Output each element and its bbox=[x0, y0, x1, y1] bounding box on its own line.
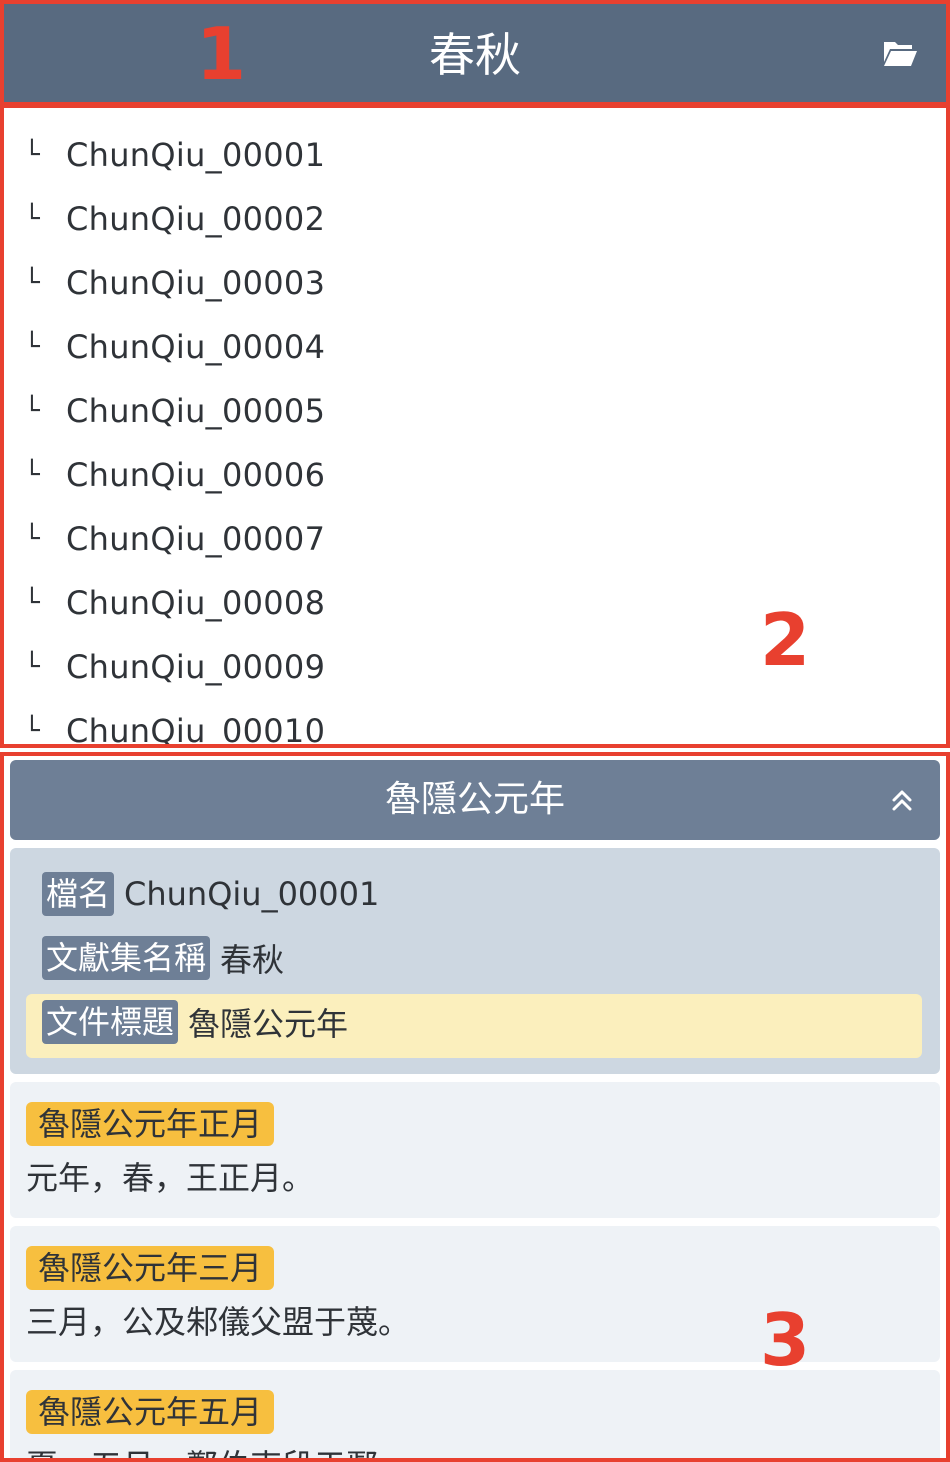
meta-label: 文件標題 bbox=[42, 1000, 179, 1044]
meta-value: ChunQiu_00001 bbox=[124, 875, 380, 913]
document-title-bar[interactable]: 魯隱公元年 bbox=[10, 760, 940, 840]
meta-label: 文獻集名稱 bbox=[42, 936, 211, 980]
chevron-double-up-icon[interactable] bbox=[890, 788, 914, 812]
file-item[interactable]: └ ChunQiu_00005 bbox=[24, 386, 325, 436]
file-name: ChunQiu_00002 bbox=[66, 200, 326, 238]
tree-branch-icon: └ bbox=[24, 204, 40, 234]
entry-tag[interactable]: 魯隱公元年三月 bbox=[26, 1246, 275, 1290]
entry-tag[interactable]: 魯隱公元年正月 bbox=[26, 1102, 275, 1146]
tree-branch-icon: └ bbox=[24, 652, 40, 682]
file-item[interactable]: └ ChunQiu_00003 bbox=[24, 258, 325, 308]
meta-label: 檔名 bbox=[42, 872, 115, 916]
entry-card: 魯隱公元年五月 夏，五月，鄭伯克段于鄢。 bbox=[10, 1370, 940, 1458]
file-name: ChunQiu_00009 bbox=[66, 648, 326, 686]
file-item[interactable]: └ ChunQiu_00007 bbox=[24, 514, 325, 564]
meta-row-doc-title: 文件標題 魯隱公元年 bbox=[42, 1000, 348, 1044]
document-title: 魯隱公元年 bbox=[384, 779, 565, 820]
file-item[interactable]: └ ChunQiu_00009 bbox=[24, 642, 325, 692]
tree-branch-icon: └ bbox=[24, 140, 40, 170]
file-name: ChunQiu_00001 bbox=[66, 136, 326, 174]
file-name: ChunQiu_00006 bbox=[66, 456, 326, 494]
metadata-card: 檔名 ChunQiu_00001 文獻集名稱 春秋 文件標題 魯隱公元年 bbox=[10, 848, 940, 1074]
meta-value: 春秋 bbox=[220, 941, 285, 979]
file-item[interactable]: └ ChunQiu_00008 bbox=[24, 578, 325, 628]
tree-branch-icon: └ bbox=[24, 588, 40, 618]
entry-text: 元年，春，王正月。 bbox=[26, 1159, 315, 1197]
tree-branch-icon: └ bbox=[24, 268, 40, 298]
tree-branch-icon: └ bbox=[24, 524, 40, 554]
file-item[interactable]: └ ChunQiu_00004 bbox=[24, 322, 325, 372]
entry-text: 三月，公及邾儀父盟于蔑。 bbox=[26, 1303, 411, 1341]
file-name: ChunQiu_00003 bbox=[66, 264, 326, 302]
meta-row-collection: 文獻集名稱 春秋 bbox=[42, 936, 284, 980]
file-name: ChunQiu_00004 bbox=[66, 328, 326, 366]
tree-branch-icon: └ bbox=[24, 460, 40, 490]
tree-branch-icon: └ bbox=[24, 332, 40, 362]
file-item[interactable]: └ ChunQiu_00001 bbox=[24, 130, 325, 180]
annotation-2: 2 bbox=[760, 598, 811, 682]
file-item[interactable]: └ ChunQiu_00002 bbox=[24, 194, 325, 244]
file-item[interactable]: └ ChunQiu_00010 bbox=[24, 706, 326, 748]
tree-branch-icon: └ bbox=[24, 716, 40, 746]
file-name: ChunQiu_00007 bbox=[66, 520, 326, 558]
file-name: ChunQiu_00005 bbox=[66, 392, 326, 430]
entry-card: 魯隱公元年正月 元年，春，王正月。 bbox=[10, 1082, 940, 1218]
annotation-3: 3 bbox=[760, 1298, 811, 1382]
folder-open-icon[interactable] bbox=[882, 38, 918, 68]
file-name: ChunQiu_00008 bbox=[66, 584, 326, 622]
tree-branch-icon: └ bbox=[24, 396, 40, 426]
entry-text: 夏，五月，鄭伯克段于鄢。 bbox=[26, 1446, 410, 1458]
file-item[interactable]: └ ChunQiu_00006 bbox=[24, 450, 325, 500]
file-name: ChunQiu_00010 bbox=[66, 712, 326, 748]
app-header: 春秋 bbox=[0, 0, 950, 106]
meta-row-filename: 檔名 ChunQiu_00001 bbox=[42, 872, 379, 916]
collection-title: 春秋 bbox=[429, 28, 521, 82]
entry-tag[interactable]: 魯隱公元年五月 bbox=[26, 1390, 275, 1434]
meta-value: 魯隱公元年 bbox=[188, 1005, 349, 1043]
annotation-1: 1 bbox=[196, 12, 247, 96]
